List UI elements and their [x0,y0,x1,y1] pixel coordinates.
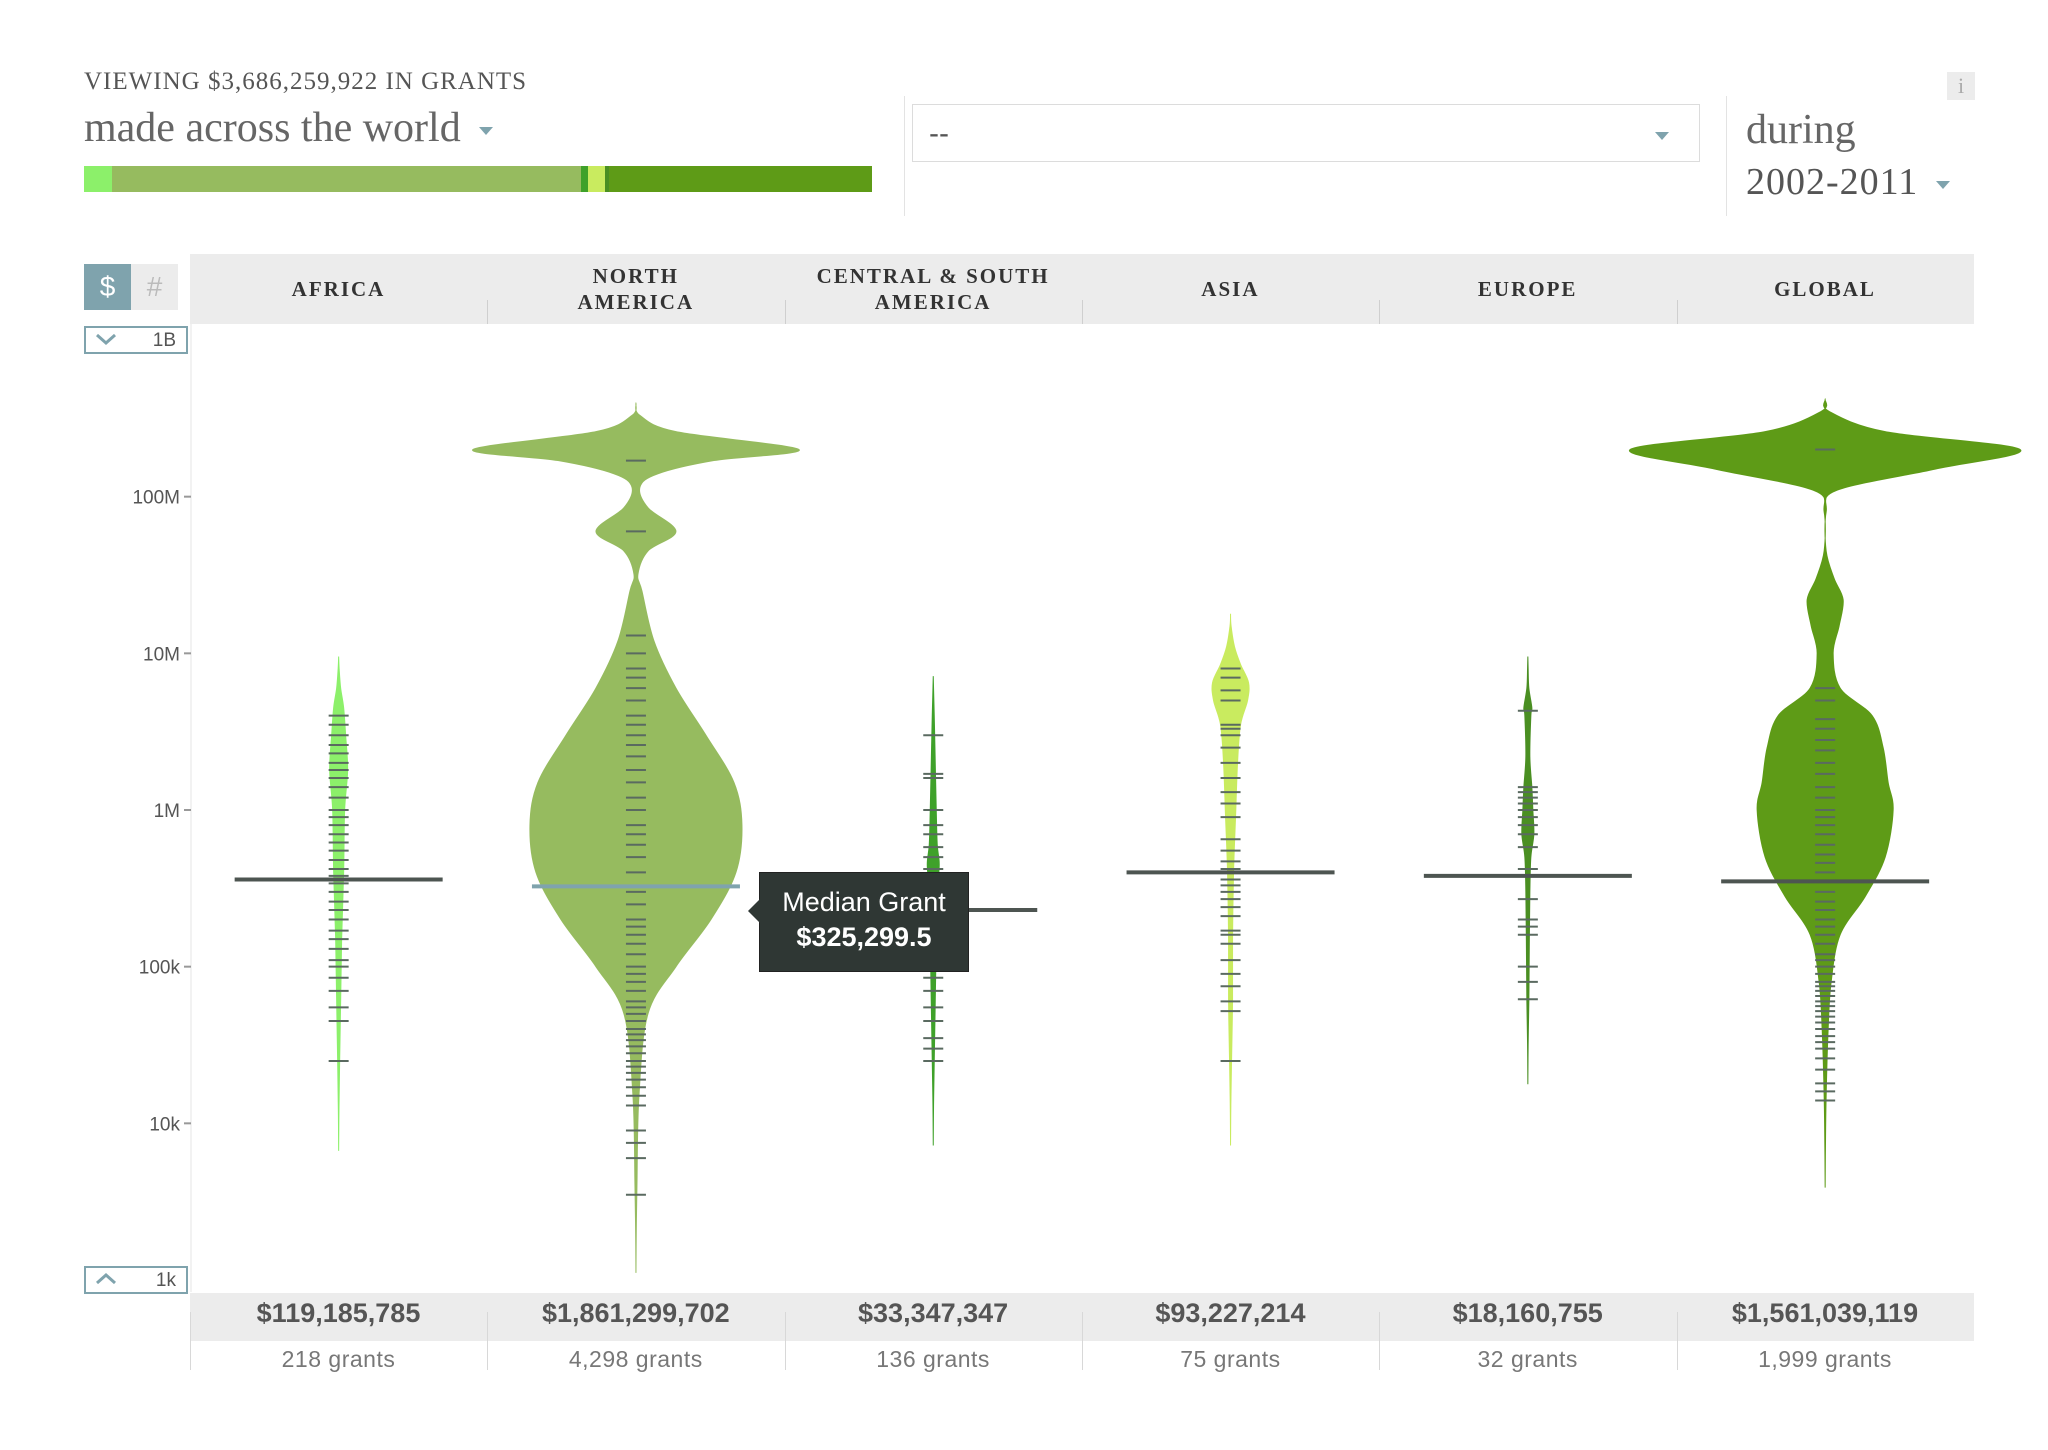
column-divider [1379,1312,1381,1370]
column-total: $1,861,299,702 [541,1298,730,1328]
column-grant-count: 218 grants [281,1346,396,1372]
y-tick-label: 100M [132,488,180,509]
y-tick-label: 100k [139,958,181,979]
violin-shape [1521,656,1535,1085]
y-tick-label: 10k [149,1114,180,1135]
column-grant-count: 1,999 grants [1758,1346,1892,1372]
y-tick-label: 1M [154,801,180,822]
violin-chart: 10k 100k 1M 10M 100M [132,324,2022,1292]
column-total: $119,185,785 [256,1298,421,1328]
y-tick-label: 10M [143,644,180,665]
column-divider [487,1312,489,1370]
column-divider [1081,1312,1083,1370]
column-divider [784,1312,786,1370]
median-tooltip: Median Grant $325,299.5 [748,872,969,972]
tooltip-value: $325,299.5 [796,922,932,952]
column-total: $93,227,214 [1155,1298,1306,1328]
column-grant-count: 32 grants [1477,1346,1578,1372]
column-total: $33,347,347 [858,1298,1009,1328]
column-divider [190,1312,191,1370]
column-grant-count: 75 grants [1180,1346,1281,1372]
violin-shape [329,656,349,1151]
column-grant-count: 136 grants [876,1346,990,1372]
tooltip-title: Median Grant [782,887,946,917]
column-total: $1,561,039,119 [1731,1298,1919,1328]
column-total: $18,160,755 [1452,1298,1603,1328]
column-divider [1676,1312,1678,1370]
column-grant-count: 4,298 grants [568,1346,703,1372]
